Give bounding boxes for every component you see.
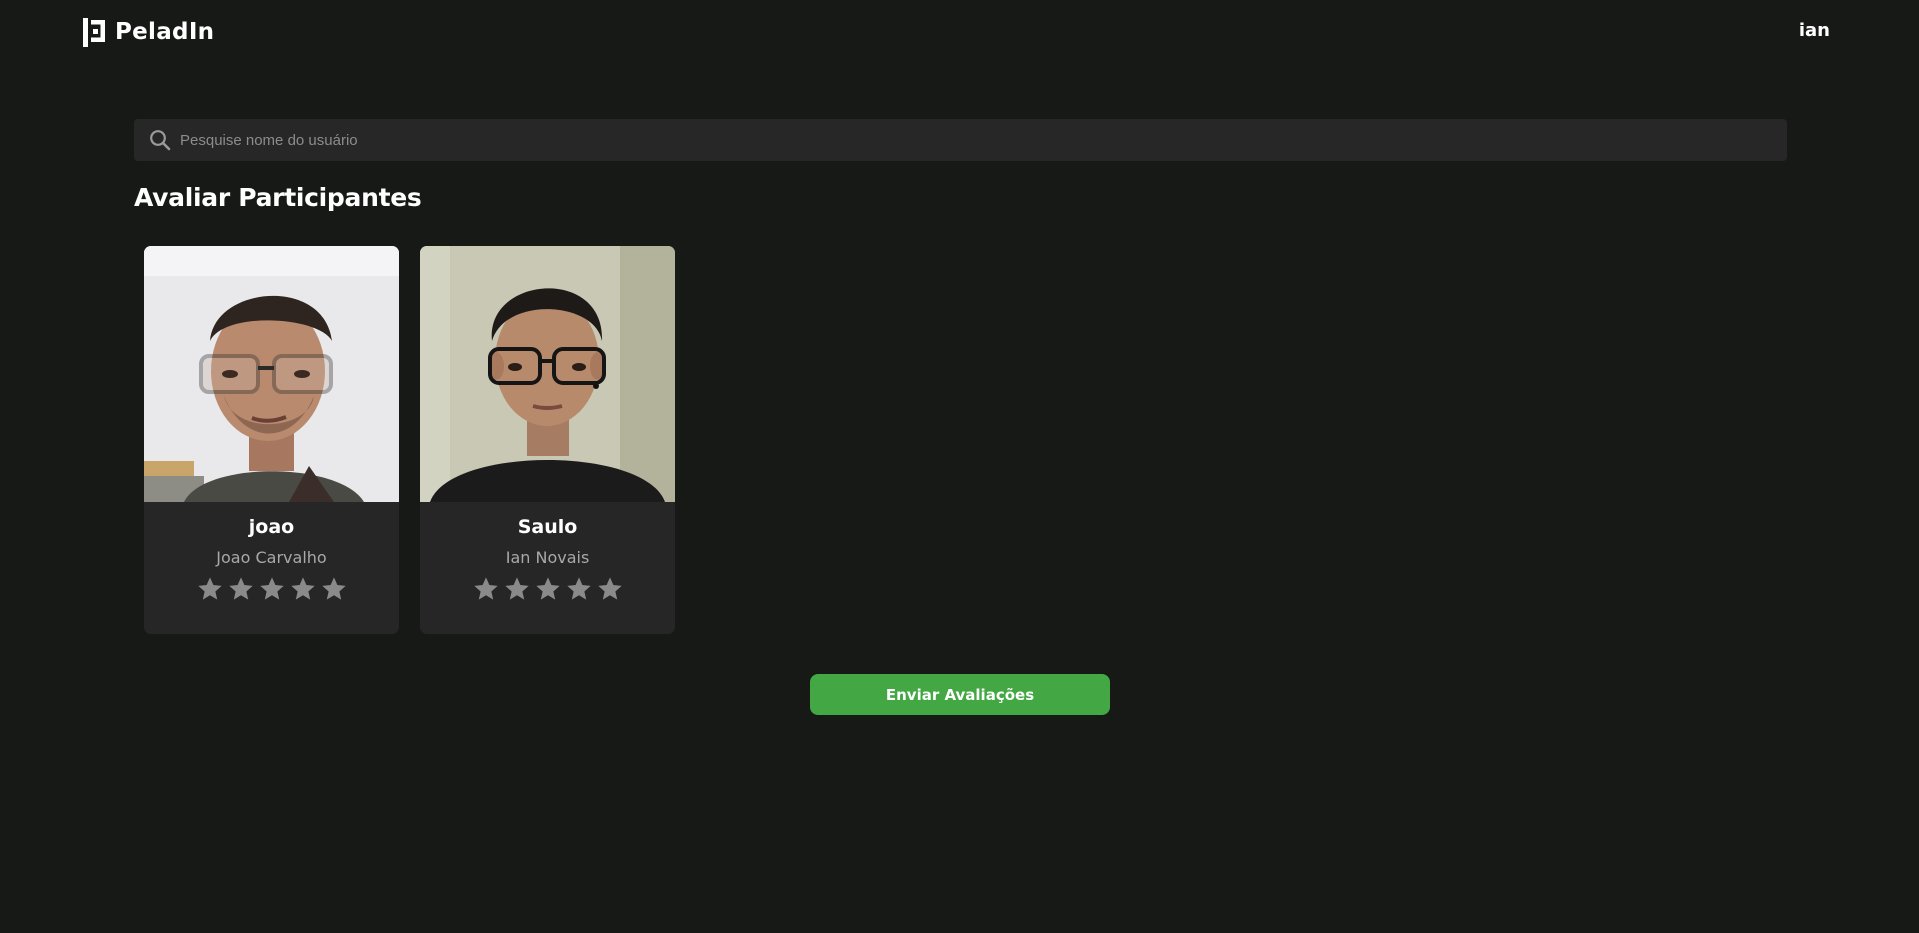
star-icon[interactable] bbox=[289, 575, 317, 603]
participant-card-saulo: Saulo Ian Novais bbox=[420, 246, 675, 634]
participant-photo bbox=[144, 246, 399, 502]
user-menu[interactable]: ian bbox=[1799, 20, 1830, 41]
brand-name: PeladIn bbox=[115, 19, 215, 45]
star-icon[interactable] bbox=[534, 575, 562, 603]
participants-list: joao Joao Carvalho Saulo Ian Novais bbox=[144, 246, 675, 634]
participant-username: Saulo bbox=[517, 516, 578, 538]
star-icon[interactable] bbox=[472, 575, 500, 603]
search-input[interactable] bbox=[180, 119, 1787, 161]
star-icon[interactable] bbox=[258, 575, 286, 603]
participant-username: joao bbox=[248, 516, 295, 538]
star-icon[interactable] bbox=[565, 575, 593, 603]
star-icon[interactable] bbox=[503, 575, 531, 603]
star-rating bbox=[472, 575, 624, 603]
search-bar bbox=[134, 119, 1787, 161]
star-icon[interactable] bbox=[227, 575, 255, 603]
participant-fullname: Ian Novais bbox=[505, 548, 590, 567]
participant-card-joao: joao Joao Carvalho bbox=[144, 246, 399, 634]
participant-photo bbox=[420, 246, 675, 502]
star-icon[interactable] bbox=[596, 575, 624, 603]
participant-fullname: Joao Carvalho bbox=[216, 548, 327, 567]
star-icon[interactable] bbox=[196, 575, 224, 603]
submit-ratings-button[interactable]: Enviar Avaliações bbox=[810, 674, 1110, 715]
page-title: Avaliar Participantes bbox=[134, 183, 422, 212]
peladin-logo-icon bbox=[83, 17, 106, 47]
star-icon[interactable] bbox=[320, 575, 348, 603]
star-rating bbox=[196, 575, 348, 603]
search-icon bbox=[140, 119, 180, 161]
top-bar: PeladIn ian bbox=[0, 0, 1919, 66]
brand-logo[interactable]: PeladIn bbox=[83, 17, 214, 47]
